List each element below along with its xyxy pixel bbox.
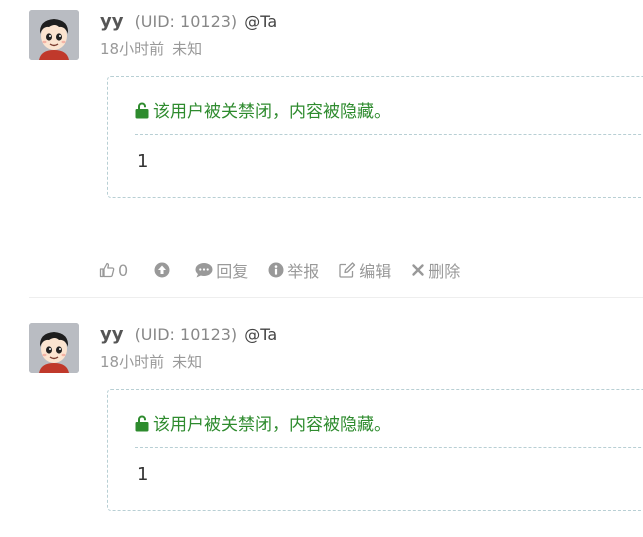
post-content: 1 (137, 464, 149, 485)
divider (135, 447, 643, 448)
post-separator (29, 297, 643, 298)
reply-label: 回复 (216, 262, 249, 281)
banned-notice-text: 该用户被关禁闭，内容被隐藏。 (153, 102, 391, 122)
banned-notice: 该用户被关禁闭，内容被隐藏。 (135, 97, 391, 124)
post-time: 18小时前 (100, 353, 165, 371)
avatar-cartoon-boy-icon (29, 10, 79, 60)
user-uid: (UID: 10123) (134, 12, 238, 31)
username[interactable]: yy (100, 324, 123, 345)
report-label: 举报 (287, 262, 320, 281)
delete-button[interactable]: 删除 (411, 258, 460, 282)
info-circle-icon (268, 262, 284, 278)
delete-label: 删除 (428, 262, 461, 281)
avatar[interactable] (29, 323, 79, 373)
post-content: 1 (137, 151, 149, 172)
post-meta: 18小时前 未知 (100, 351, 202, 372)
unlock-icon (135, 415, 149, 437)
banned-notice: 该用户被关禁闭，内容被隐藏。 (135, 410, 391, 437)
edit-label: 编辑 (359, 262, 392, 281)
banned-notice-text: 该用户被关禁闭，内容被隐藏。 (153, 415, 391, 435)
avatar[interactable] (29, 10, 79, 60)
post-meta: 18小时前 未知 (100, 38, 202, 59)
unlock-icon (135, 102, 149, 124)
mention-ta-link[interactable]: @Ta (244, 325, 277, 344)
edit-icon (339, 262, 356, 278)
post-location: 未知 (172, 40, 203, 58)
close-icon (412, 264, 424, 276)
thumbs-up-icon (99, 262, 115, 278)
like-count: 0 (118, 260, 129, 280)
post-time: 18小时前 (100, 40, 165, 58)
hidden-content-box: 该用户被关禁闭，内容被隐藏。 1 (107, 389, 643, 511)
post-author-line: yy (UID: 10123) @Ta (100, 324, 277, 346)
post-location: 未知 (172, 353, 203, 371)
like-button[interactable]: 0 (99, 261, 128, 280)
post-author-line: yy (UID: 10123) @Ta (100, 11, 277, 33)
divider (135, 134, 643, 135)
username[interactable]: yy (100, 11, 123, 32)
hidden-content-box: 该用户被关禁闭，内容被隐藏。 1 (107, 76, 643, 198)
user-uid: (UID: 10123) (134, 325, 238, 344)
upvote-button[interactable] (154, 262, 173, 278)
comment-icon (195, 263, 213, 278)
report-button[interactable]: 举报 (268, 258, 319, 282)
reply-button[interactable]: 回复 (195, 258, 248, 282)
edit-button[interactable]: 编辑 (339, 258, 391, 282)
post-actions: 0 回复 举报 编辑 删除 (99, 259, 480, 281)
arrow-up-circle-icon (154, 262, 170, 278)
mention-ta-link[interactable]: @Ta (244, 12, 277, 31)
avatar-cartoon-boy-icon (29, 323, 79, 373)
